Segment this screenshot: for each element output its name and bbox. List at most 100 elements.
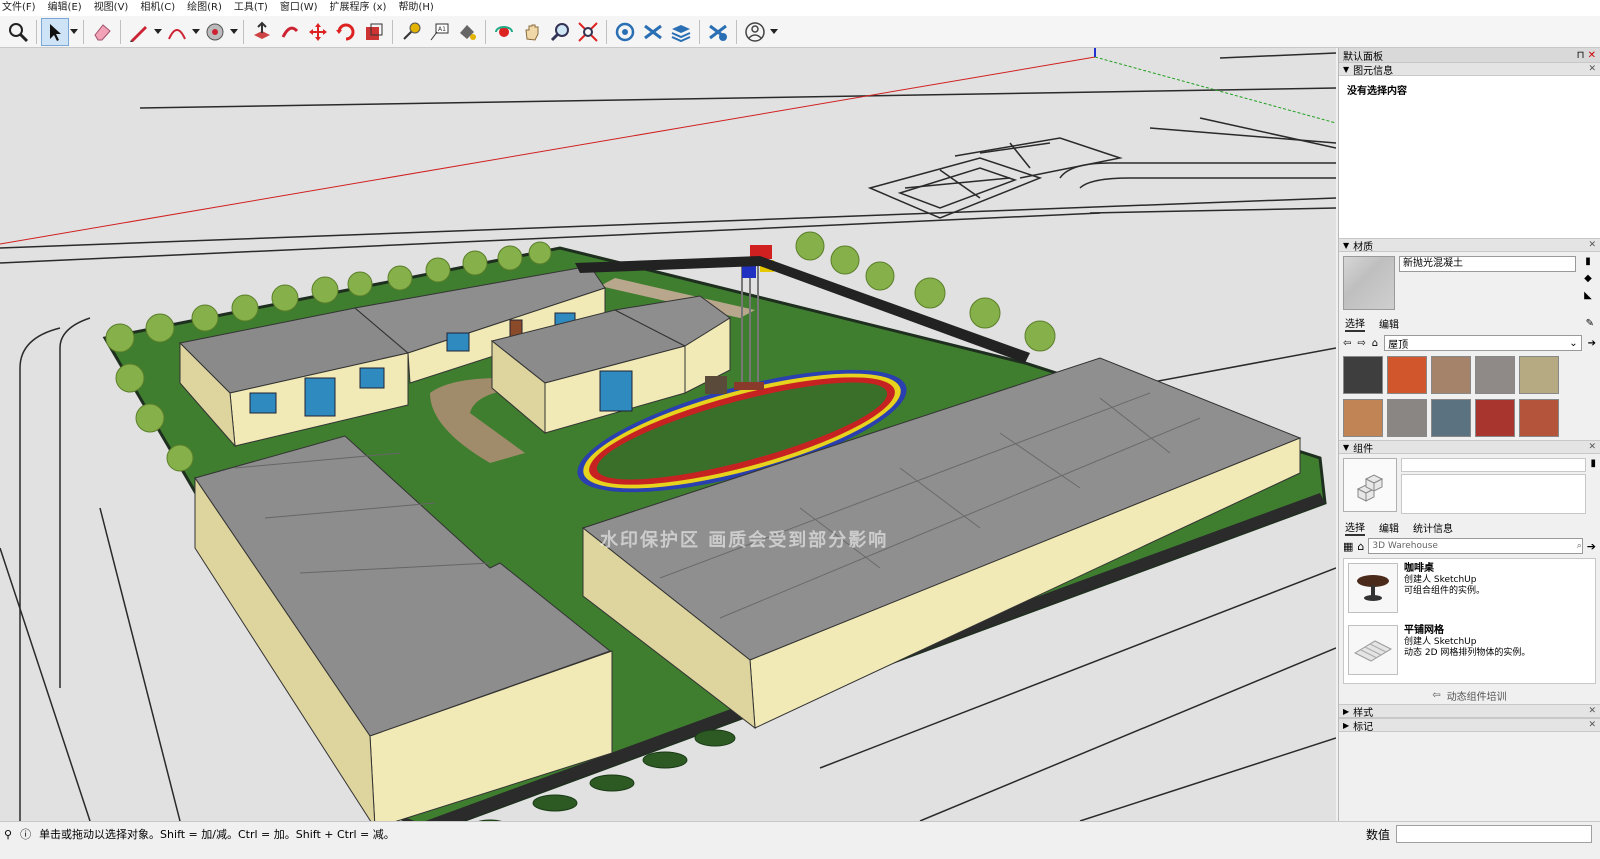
create-material-icon[interactable]: ◆ [1584, 273, 1592, 284]
rotate-icon[interactable] [332, 18, 360, 46]
model-viewport[interactable]: 水印保护区 画质会受到部分影响 [0, 48, 1336, 821]
push-pull-icon[interactable] [248, 18, 276, 46]
display-secondary-icon[interactable]: ▮ [1590, 458, 1596, 514]
current-material-swatch[interactable] [1343, 256, 1395, 310]
tags-header[interactable]: ▶ 标记 ✕ [1339, 718, 1600, 733]
user-account-icon[interactable] [741, 18, 769, 46]
zoom-icon[interactable] [546, 18, 574, 46]
home-icon[interactable]: ⌂ [1357, 540, 1364, 553]
measurements-input[interactable] [1396, 825, 1593, 843]
material-preview-row: 新抛光混凝土 ▮ ◆ ◣ [1339, 252, 1600, 314]
extension-warehouse-icon[interactable] [639, 18, 667, 46]
materials-header[interactable]: ▼ 材质 ✕ [1339, 238, 1600, 253]
material-swatch[interactable] [1387, 399, 1427, 437]
material-collection-select[interactable]: 屋顶 ⌄ [1384, 335, 1582, 351]
geolocation-icon[interactable]: ⚲ [4, 828, 12, 841]
styles-header[interactable]: ▶ 样式 ✕ [1339, 704, 1600, 719]
default-material-icon[interactable]: ◣ [1584, 290, 1592, 301]
instructor-info-icon[interactable]: ⓘ [20, 826, 31, 842]
material-swatch[interactable] [1475, 399, 1515, 437]
material-swatch[interactable] [1343, 399, 1383, 437]
menu-draw[interactable]: 绘图(R) [187, 0, 222, 16]
pan-hand-icon[interactable] [518, 18, 546, 46]
component-search-row: ▦ ⌂ 3D Warehouse ⌕ ➔ [1339, 536, 1600, 556]
component-description-field[interactable] [1401, 474, 1587, 514]
chevron-down-icon[interactable] [153, 18, 163, 46]
material-name-field[interactable]: 新抛光混凝土 [1399, 256, 1576, 272]
chevron-down-icon[interactable] [769, 18, 779, 46]
tab-statistics[interactable]: 统计信息 [1413, 520, 1453, 535]
left-arrow-icon[interactable]: ⇦ [1432, 690, 1440, 701]
close-icon[interactable]: ✕ [1588, 240, 1596, 250]
extension-manager-icon[interactable] [704, 18, 732, 46]
tab-edit[interactable]: 编辑 [1379, 520, 1399, 535]
material-swatch[interactable] [1343, 356, 1383, 394]
layers-icon[interactable] [667, 18, 695, 46]
collapse-icon: ▼ [1343, 442, 1350, 452]
scale-icon[interactable] [360, 18, 388, 46]
details-arrow-icon[interactable]: ➔ [1587, 540, 1596, 553]
zoom-extents-icon[interactable] [574, 18, 602, 46]
pin-icon[interactable]: ⊓ [1577, 50, 1585, 61]
material-swatch-grid [1339, 354, 1600, 440]
text-icon[interactable]: A1 [425, 18, 453, 46]
follow-me-icon[interactable] [276, 18, 304, 46]
forward-arrow-icon[interactable]: ⇨ [1357, 338, 1365, 349]
eraser-icon[interactable] [88, 18, 116, 46]
search-icon[interactable] [4, 18, 32, 46]
tab-select[interactable]: 选择 [1345, 519, 1365, 536]
chevron-down-icon[interactable] [229, 18, 239, 46]
menu-file[interactable]: 文件(F) [2, 0, 36, 16]
tab-edit[interactable]: 编辑 [1379, 316, 1399, 331]
menu-edit[interactable]: 编辑(E) [48, 0, 82, 16]
list-item[interactable]: 咖啡桌 创建人 SketchUp 可组合组件的实例。 [1344, 559, 1595, 621]
menu-window[interactable]: 窗口(W) [280, 0, 318, 16]
tab-select[interactable]: 选择 [1345, 315, 1365, 332]
chevron-down-icon[interactable] [69, 18, 79, 46]
pencil-line-icon[interactable] [125, 18, 153, 46]
material-swatch[interactable] [1519, 399, 1559, 437]
expand-icon: ▶ [1343, 720, 1350, 730]
arc-icon[interactable] [163, 18, 191, 46]
material-swatch[interactable] [1431, 399, 1471, 437]
menu-view[interactable]: 视图(V) [94, 0, 129, 16]
dynamic-components-training-link[interactable]: 动态组件培训 [1447, 688, 1507, 703]
sample-paint-icon[interactable]: ✎ [1586, 318, 1594, 329]
search-icon[interactable]: ⌕ [1577, 539, 1582, 553]
back-arrow-icon[interactable]: ⇦ [1343, 338, 1351, 349]
material-swatch[interactable] [1475, 356, 1515, 394]
paint-bucket-icon[interactable] [453, 18, 481, 46]
measurements-area: 数值 [1366, 825, 1593, 843]
move-icon[interactable] [304, 18, 332, 46]
chevron-down-icon[interactable] [191, 18, 201, 46]
display-secondary-icon[interactable]: ▮ [1585, 256, 1591, 267]
details-arrow-icon[interactable]: ➔ [1588, 338, 1596, 349]
menu-extensions[interactable]: 扩展程序 (x) [330, 0, 387, 16]
menu-help[interactable]: 帮助(H) [398, 0, 433, 16]
close-icon[interactable]: ✕ [1588, 720, 1596, 730]
list-item[interactable]: 平铺网格 创建人 SketchUp 动态 2D 网格排列物体的实例。 [1344, 621, 1595, 683]
material-swatch[interactable] [1431, 356, 1471, 394]
close-icon[interactable]: ✕ [1588, 706, 1596, 716]
orbit-icon[interactable] [490, 18, 518, 46]
view-options-icon[interactable]: ▦ [1343, 540, 1353, 553]
menu-camera[interactable]: 相机(C) [140, 0, 175, 16]
components-header[interactable]: ▼ 组件 ✕ [1339, 440, 1600, 455]
home-icon[interactable]: ⌂ [1372, 338, 1378, 349]
material-swatch[interactable] [1387, 356, 1427, 394]
close-icon[interactable]: ✕ [1588, 64, 1596, 74]
entity-info-header[interactable]: ▼ 图元信息 ✕ [1339, 62, 1600, 77]
tape-measure-icon[interactable] [397, 18, 425, 46]
menu-tools[interactable]: 工具(T) [234, 0, 268, 16]
materials-nav: ⇦ ⇨ ⌂ 屋顶 ⌄ ➔ [1339, 332, 1600, 354]
model-scene[interactable] [0, 48, 1336, 821]
measurements-label: 数值 [1366, 827, 1391, 842]
select-tool-icon[interactable] [41, 17, 69, 46]
close-icon[interactable]: ✕ [1588, 442, 1596, 452]
warehouse-search-input[interactable]: 3D Warehouse ⌕ [1368, 538, 1583, 554]
warehouse-icon[interactable] [611, 18, 639, 46]
material-swatch[interactable] [1519, 356, 1559, 394]
shape-circle-icon[interactable] [201, 18, 229, 46]
close-icon[interactable]: ✕ [1588, 50, 1596, 61]
component-name-field[interactable] [1401, 458, 1587, 472]
